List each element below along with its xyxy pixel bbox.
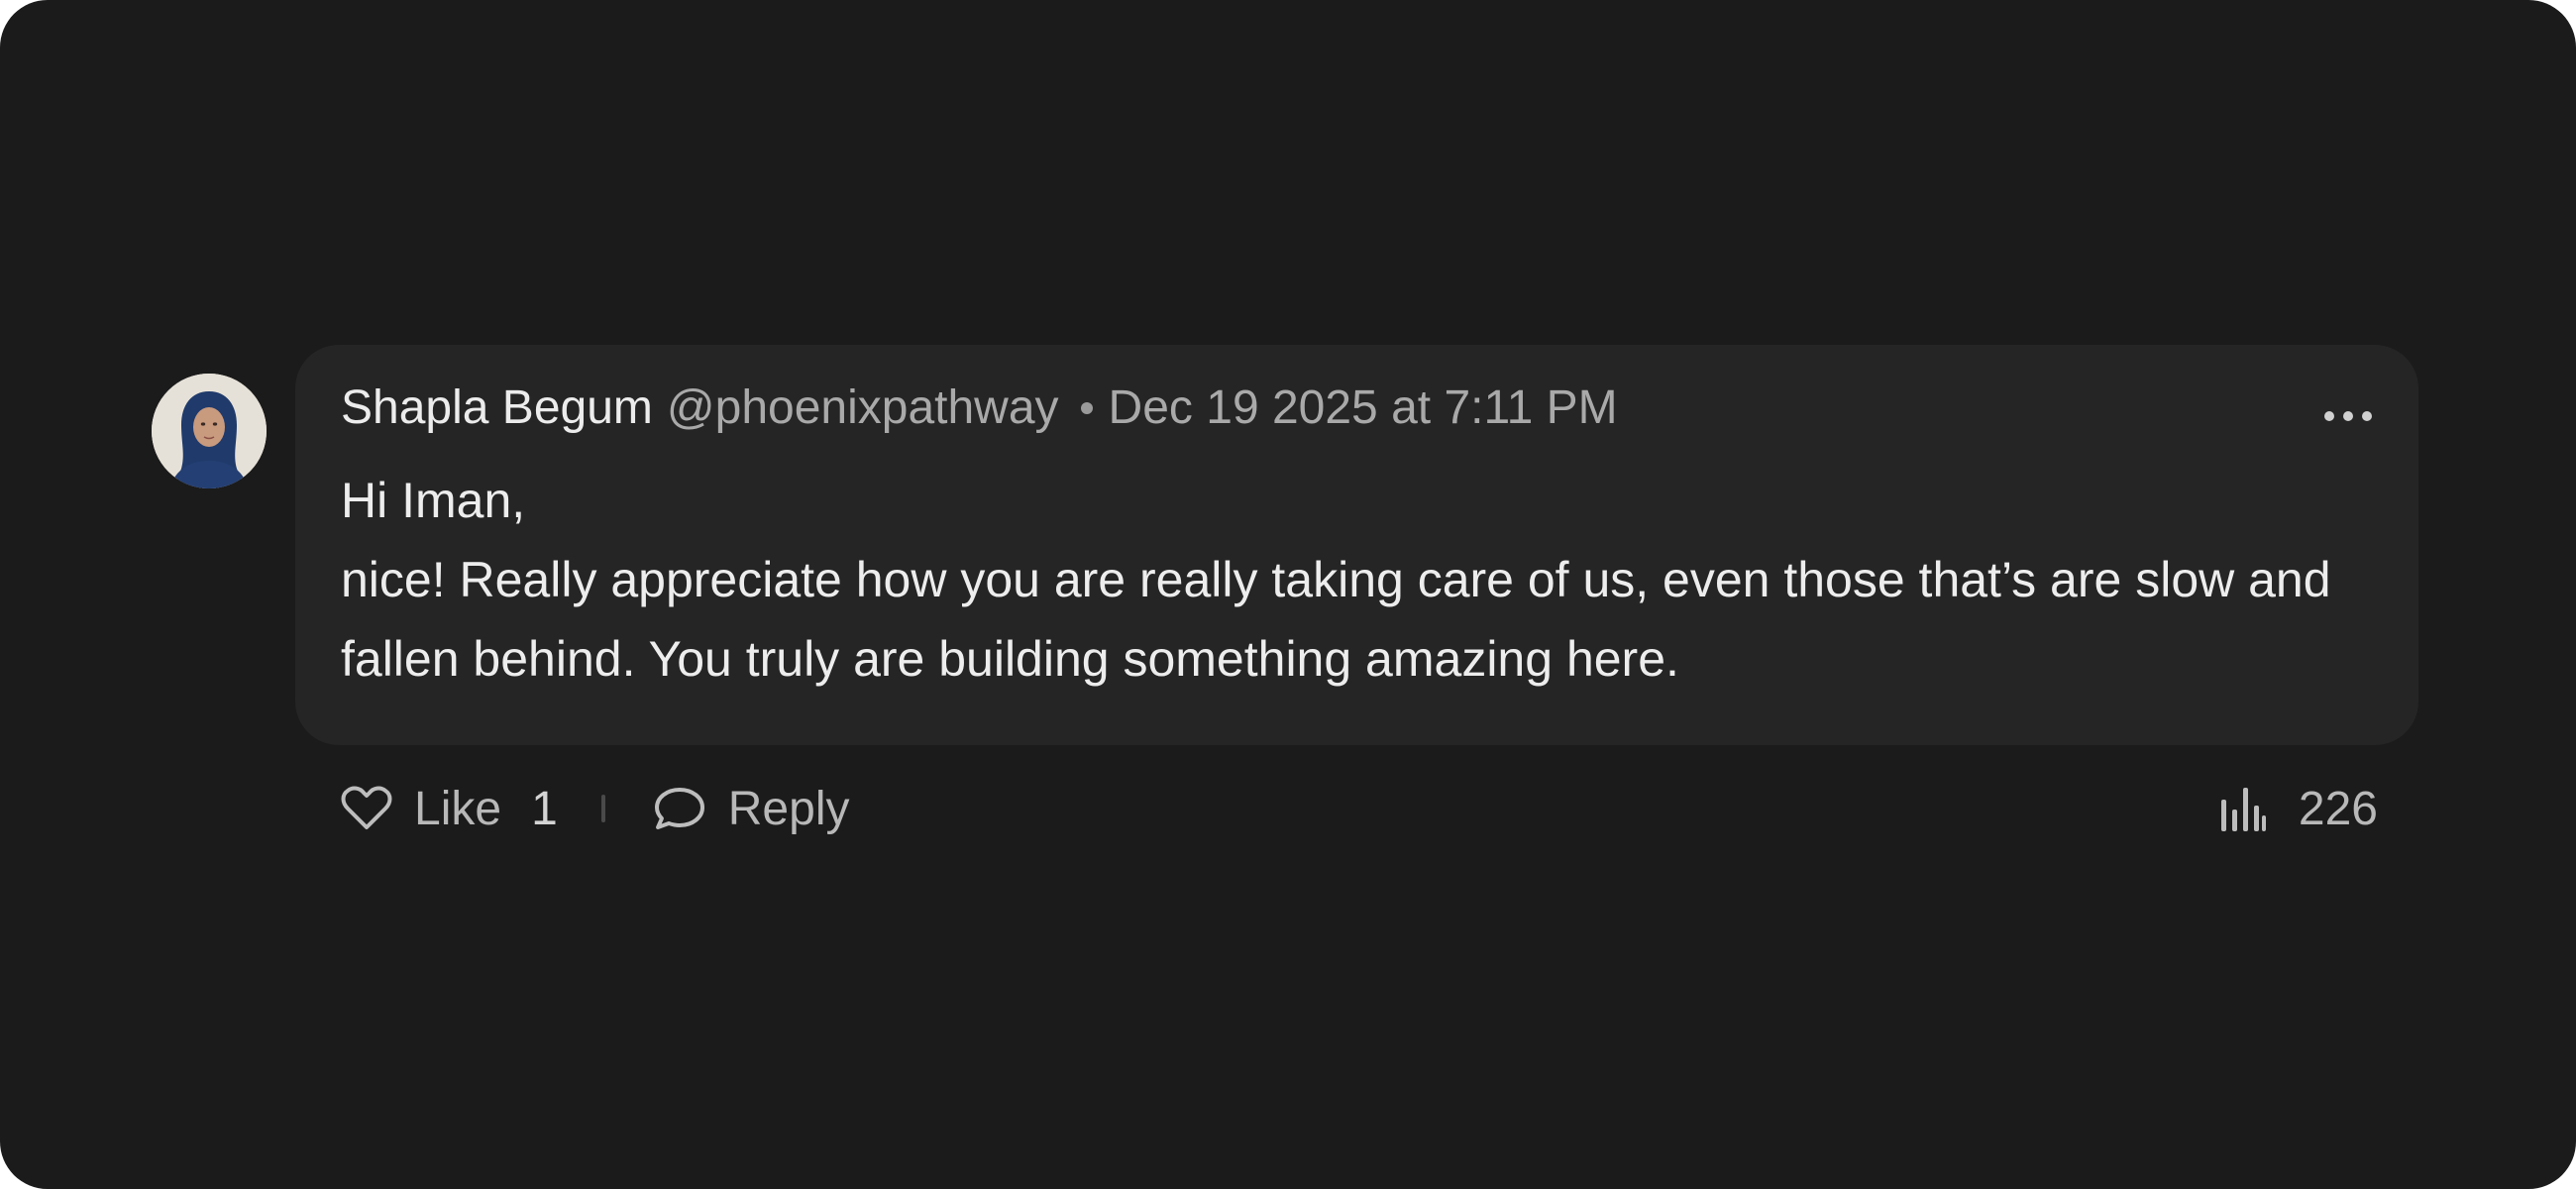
reply-label: Reply xyxy=(727,782,850,835)
comment-card: Shapla Begum @phoenixpathway Dec 19 2025… xyxy=(0,0,2576,1189)
avatar[interactable] xyxy=(152,374,267,488)
action-divider xyxy=(600,795,605,822)
author-handle[interactable]: @phoenixpathway xyxy=(667,378,1059,438)
more-horizontal-icon xyxy=(2324,411,2372,421)
view-count: 226 xyxy=(2219,776,2378,841)
like-count: 1 xyxy=(531,782,558,835)
bar-chart-icon xyxy=(2220,788,2266,831)
comment-body-line: nice! Really appreciate how you are real… xyxy=(341,552,2331,687)
like-label: Like xyxy=(414,782,502,835)
views-count: 226 xyxy=(2298,782,2378,835)
comment-actions: Like 1 Reply xyxy=(341,776,849,841)
heart-icon xyxy=(341,786,392,829)
like-button[interactable]: Like 1 xyxy=(341,782,558,836)
more-options-button[interactable] xyxy=(2318,391,2378,441)
separator-dot xyxy=(1080,402,1093,414)
chat-bubble-icon xyxy=(654,788,704,829)
author-name[interactable]: Shapla Begum xyxy=(341,378,653,438)
comment-header: Shapla Begum @phoenixpathway Dec 19 2025… xyxy=(341,378,1618,438)
comment-body: Hi Iman, nice! Really appreciate how you… xyxy=(341,461,2392,699)
comment-timestamp[interactable]: Dec 19 2025 at 7:11 PM xyxy=(1109,378,1618,438)
reply-button[interactable]: Reply xyxy=(653,782,850,836)
comment-body-line: Hi Iman, xyxy=(341,473,526,528)
user-avatar-image xyxy=(152,374,267,488)
